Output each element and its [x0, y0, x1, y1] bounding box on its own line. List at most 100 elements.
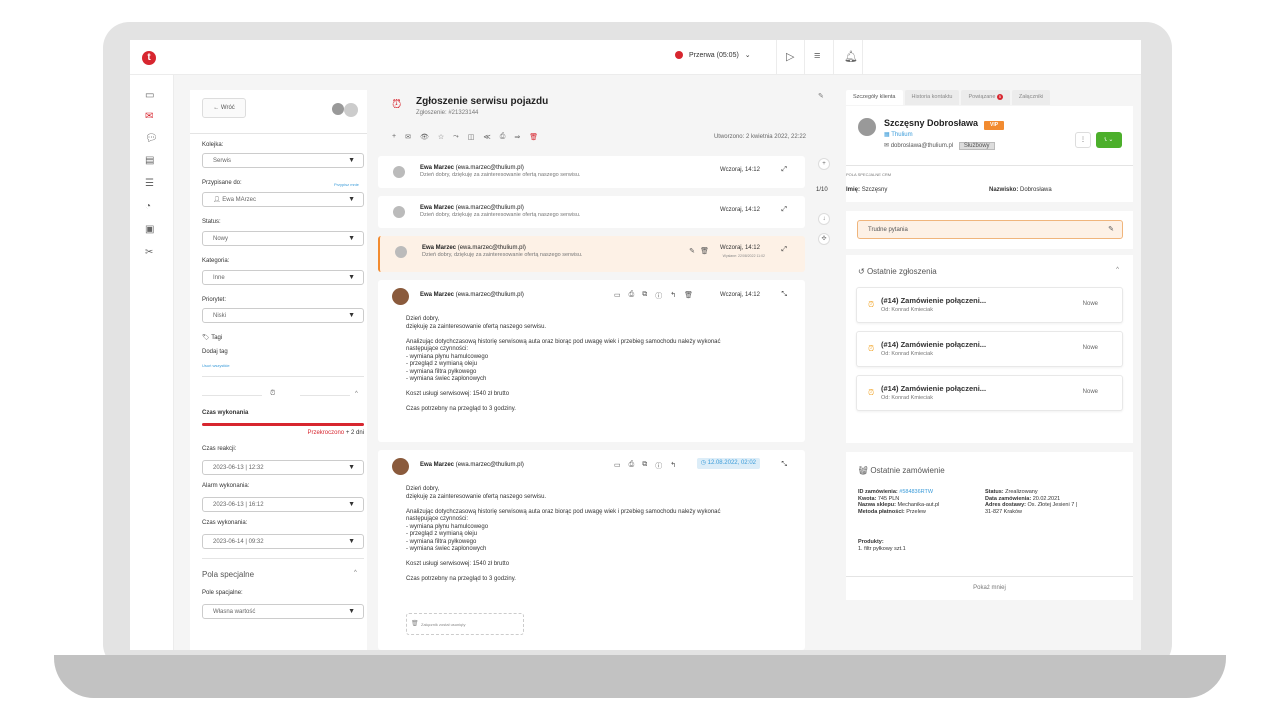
tab-customer-details[interactable]: Szczegóły klienta [846, 90, 903, 105]
message-body: Dzień dobry, dziękuję za zainteresowanie… [406, 486, 721, 582]
back-button[interactable]: ← Wróć [202, 98, 246, 118]
collapse-icon[interactable]: ⤡ [781, 291, 787, 299]
tab-contact-history[interactable]: Historia kontaktu [904, 90, 960, 105]
status-dot-icon [675, 51, 683, 59]
trash-icon[interactable]: 🗑︎ [529, 133, 538, 141]
attachment-removed: 🗑︎ Załącznik został usunięty [406, 613, 524, 635]
ticket-item[interactable]: ⏰︎ (#14) Zamówienie połączeni... Od: Kon… [856, 287, 1123, 323]
customer-email: ✉ dobroslawa@thulium.pl Służbowy [884, 142, 995, 150]
copy-icon[interactable]: ⧉ [642, 461, 647, 471]
message-collapsed[interactable]: Ewa Marzec (ewa.marzec@thulium.pl) Dzień… [378, 156, 805, 188]
special-field-select[interactable]: Własna wartość ▼ [202, 604, 364, 619]
company-link[interactable]: ▦ Thulium [884, 131, 913, 138]
assigned-label: Przypisane do: [202, 180, 242, 186]
reply-icon[interactable]: ↰ [670, 461, 676, 471]
ticket-status: Nowe [1082, 345, 1098, 351]
message-date: Wczoraj, 14:12 [719, 292, 760, 298]
print-icon[interactable]: ⎙ [629, 291, 635, 301]
list-icon[interactable]: ☰ [145, 178, 154, 189]
message-collapsed[interactable]: Ewa Marzec (ewa.marzec@thulium.pl) Dzień… [378, 196, 805, 228]
order-details-left: ID zamówienia: #584836RTW Kwota: 745 PLN… [858, 489, 940, 515]
play-icon[interactable]: ▷ [786, 50, 794, 63]
expand-icon[interactable]: ⤢ [781, 166, 787, 174]
ticket-title: Zgłoszenie serwisu pojazdu [416, 96, 549, 107]
assign-me-link[interactable]: Przypisz mnie [334, 182, 359, 187]
show-less-link[interactable]: Pokaż mniej [846, 585, 1133, 591]
copy-icon[interactable]: ⧉ [642, 291, 647, 301]
message-actions: ▭ ⎙ ⧉ ⓘ ↰ [614, 461, 676, 471]
reaction-field[interactable]: 2023-06-13 | 12:32 ▼ [202, 460, 364, 475]
ticket-status: Nowe [1082, 389, 1098, 395]
trash-icon[interactable]: 🗑︎ [700, 247, 709, 255]
monitor-icon[interactable]: ▭ [145, 90, 154, 101]
more-options-button[interactable]: ⋮ [1075, 132, 1091, 148]
reply-icon[interactable]: ↰ [670, 291, 676, 301]
alarm-icon: ⏰︎ [868, 388, 875, 397]
reaction-label: Czas reakcji: [202, 446, 237, 452]
add-tag-link[interactable]: Dodaj tag [202, 349, 228, 355]
status-select[interactable]: Nowy ▼ [202, 231, 364, 246]
trash-icon[interactable]: 🗑︎ [684, 291, 693, 301]
priority-select[interactable]: Niski ▼ [202, 308, 364, 323]
share-icon[interactable]: ≪ [483, 133, 490, 141]
reply-icon[interactable]: ✉ [405, 133, 411, 141]
ticket-item[interactable]: ⏰︎ (#14) Zamówienie połączeni... Od: Kon… [856, 331, 1123, 367]
message-sender: Ewa Marzec (ewa.marzec@thulium.pl) [422, 245, 526, 251]
arrow-down-icon[interactable]: ↓ [818, 213, 830, 225]
chevron-up-icon[interactable]: ^ [355, 391, 358, 397]
chevron-down-icon: ⌄ [744, 52, 751, 59]
break-status[interactable]: Przerwa (05:05) ⌄ [675, 51, 751, 59]
add-icon[interactable]: + [392, 133, 396, 141]
exec-field[interactable]: 2023-06-14 | 09:32 ▼ [202, 534, 364, 549]
info-icon[interactable]: ⓘ [655, 461, 662, 471]
forward-icon[interactable]: ⇒ [514, 133, 520, 141]
alarm-field[interactable]: 2023-06-13 | 16:12 ▼ [202, 497, 364, 512]
tab-attachments[interactable]: Załączniki [1011, 90, 1051, 105]
hard-questions-field[interactable]: Trudne pytania ✎ [857, 220, 1123, 239]
reports-icon[interactable]: ◔ [145, 201, 151, 212]
tickets-icon[interactable]: ✉ [145, 111, 153, 122]
chevron-up-icon[interactable]: ^ [1116, 267, 1119, 273]
divider [846, 576, 1133, 577]
laptop-base [54, 655, 1226, 698]
chat-icon[interactable]: 💬︎ [145, 133, 158, 144]
window-icon[interactable]: ▭ [614, 461, 621, 471]
bell-icon[interactable]: 🔔︎ [844, 50, 858, 63]
expand-icon[interactable]: ⤢ [781, 246, 787, 254]
edit-icon[interactable]: ✎ [818, 92, 824, 100]
message-draft[interactable]: Ewa Marzec (ewa.marzec@thulium.pl) Dzień… [378, 236, 805, 272]
collapse-icon[interactable]: ⤡ [781, 461, 787, 469]
divider [776, 40, 777, 75]
edit-icon[interactable]: ✎ [1108, 221, 1114, 239]
window-icon[interactable]: ▭ [614, 291, 621, 301]
move-icon[interactable]: ✣ [818, 233, 830, 245]
edit-icon[interactable]: ✎ [689, 247, 695, 255]
calendar-icon[interactable]: ▤ [145, 155, 154, 166]
call-button[interactable]: 📞︎ ⌄ [1096, 132, 1122, 148]
order-id-link[interactable]: #584836RTW [899, 489, 933, 495]
eye-icon[interactable]: 👁︎ [420, 133, 429, 141]
queue-select[interactable]: Serwis ▼ [202, 153, 364, 168]
stats-icon[interactable]: ≡ [814, 50, 820, 62]
contacts-icon[interactable]: ▣ [145, 224, 154, 235]
message-expanded: Ewa Marzec (ewa.marzec@thulium.pl) ▭ ⎙ ⧉… [378, 450, 805, 650]
app-logo[interactable]: t [142, 51, 156, 65]
tools-icon[interactable]: ✂ [145, 247, 153, 258]
merge-icon[interactable]: ⤳ [453, 133, 459, 141]
print-icon[interactable]: ⎙ [629, 461, 635, 471]
chevron-up-icon[interactable]: ^ [354, 570, 357, 576]
category-select[interactable]: Inne ▼ [202, 270, 364, 285]
message-sender: Ewa Marzec (ewa.marzec@thulium.pl) [420, 205, 524, 211]
tab-related[interactable]: Powiązane 5 [961, 90, 1010, 105]
remove-all-link[interactable]: Usuń wszystkie [202, 363, 230, 368]
assigned-select[interactable]: 👤︎ Ewa MArzec ▼ [202, 192, 364, 207]
info-icon[interactable]: ⓘ [655, 291, 662, 301]
expand-icon[interactable]: ⤢ [781, 206, 787, 214]
app-screen: t Przerwa (05:05) ⌄ ▷ ≡ 🔔︎ ▭ ✉ 💬︎ ▤ ☰ ◔ … [130, 40, 1141, 650]
split-icon[interactable]: ◫ [468, 133, 475, 141]
star-icon[interactable]: ☆ [438, 133, 444, 141]
divider [846, 165, 1133, 166]
ticket-item[interactable]: ⏰︎ (#14) Zamówienie połączeni... Od: Kon… [856, 375, 1123, 411]
print-icon[interactable]: ⎙ [500, 133, 506, 141]
add-icon[interactable]: + [818, 158, 830, 170]
